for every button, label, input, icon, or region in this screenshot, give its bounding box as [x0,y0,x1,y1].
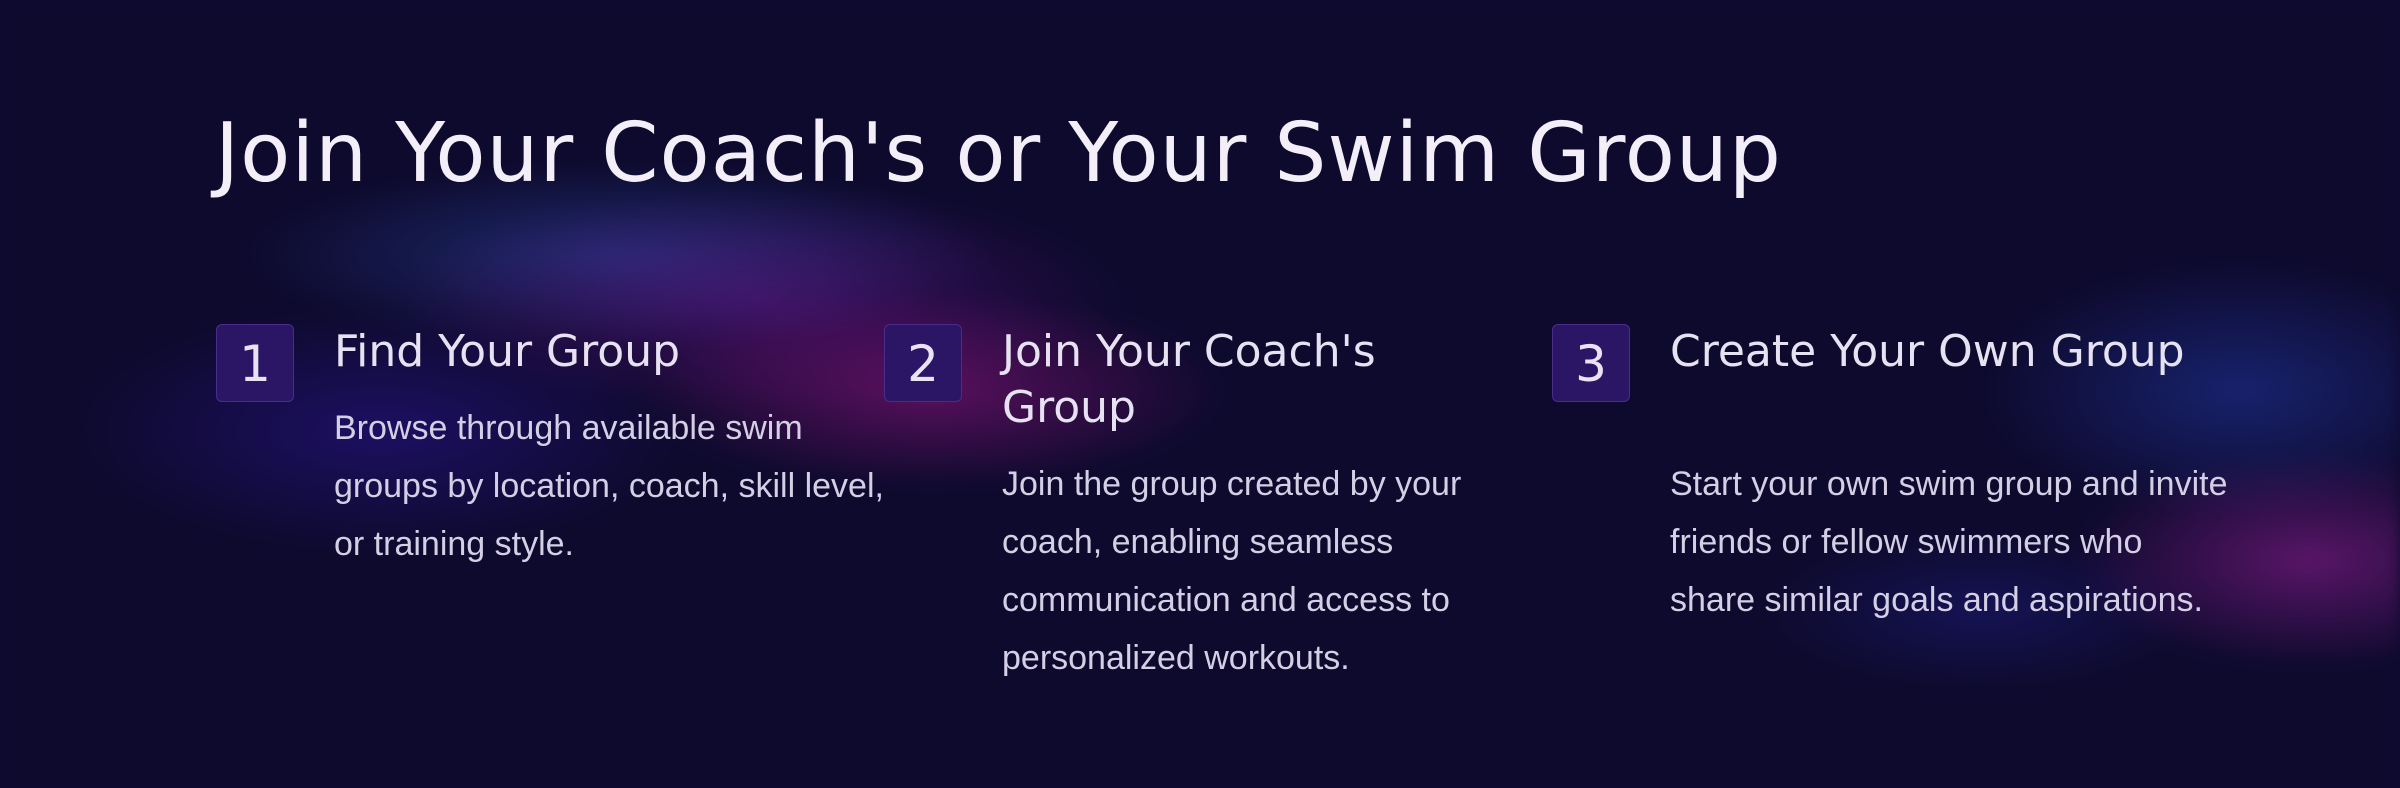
step-title: Find Your Group [334,326,681,377]
section-heading: Join Your Coach's or Your Swim Group [215,106,1782,201]
how-it-works-section: Join Your Coach's or Your Swim Group 1 F… [0,0,2400,788]
step-number-badge: 2 [884,324,962,402]
step-title: Create Your Own Group [1670,326,2185,377]
step-description: Start your own swim group and invite fri… [1670,465,2228,619]
step-number-badge: 3 [1552,324,1630,402]
step-description: Browse through available swim groups by … [334,409,884,563]
step-description: Join the group created by your coach, en… [1002,465,1462,677]
step-title: Join Your Coach's Group [1002,326,1376,433]
step-number-badge: 1 [216,324,294,402]
